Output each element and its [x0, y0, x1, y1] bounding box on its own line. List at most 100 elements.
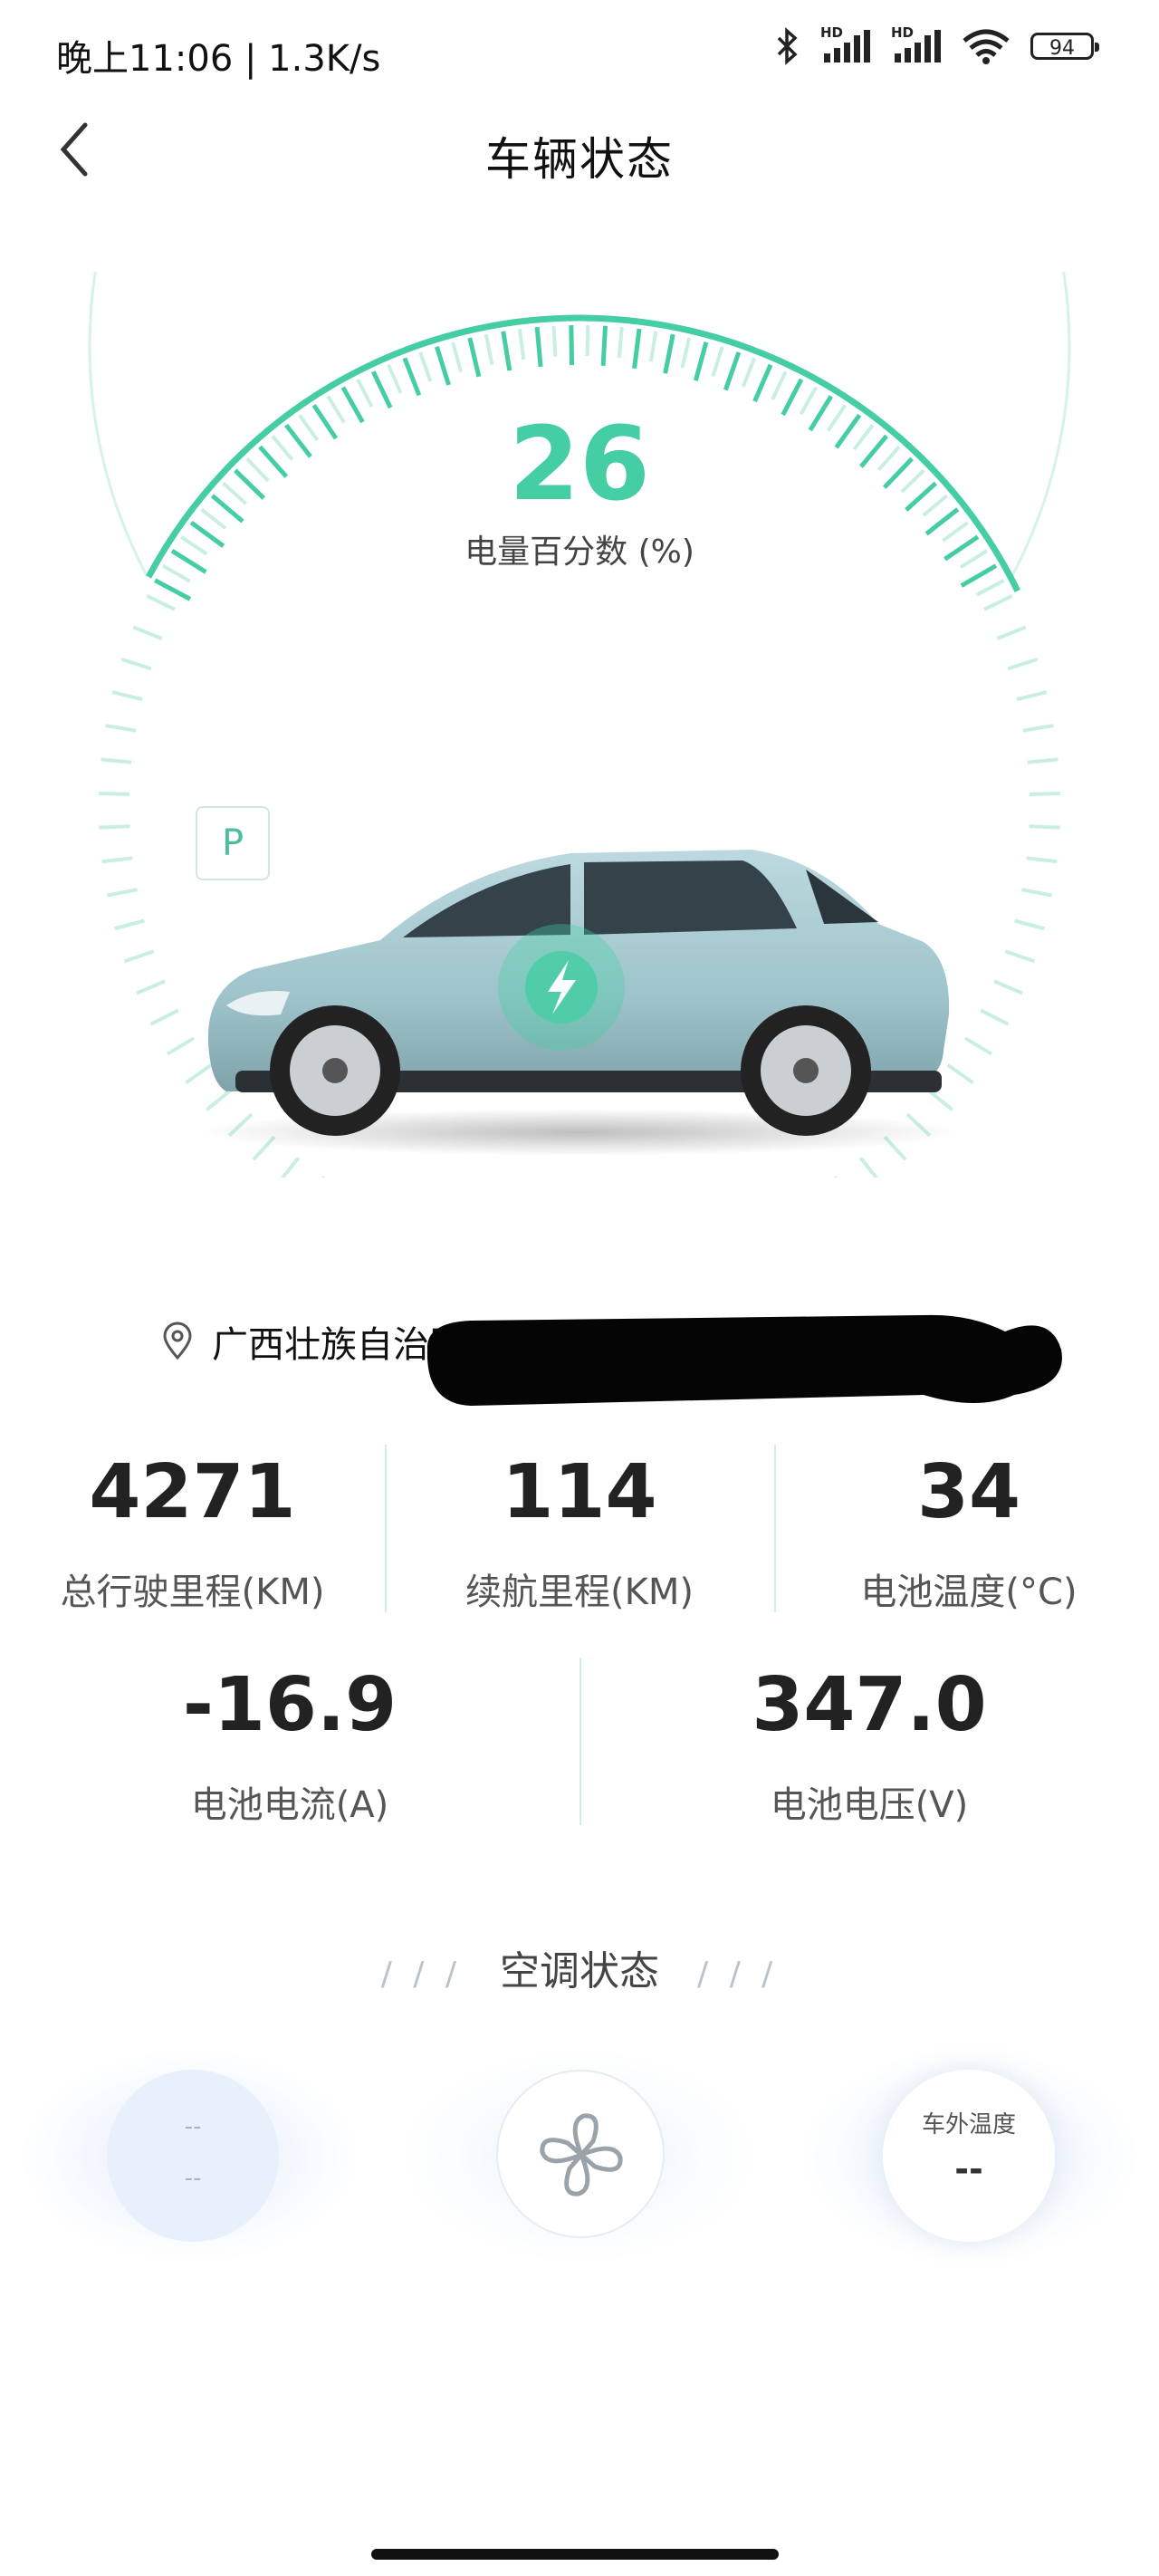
gauge-tick-active	[663, 333, 675, 374]
gauge-tick	[1021, 888, 1053, 898]
bluetooth-icon	[777, 27, 798, 65]
gauge-tick-active	[501, 331, 512, 371]
battery-icon: 94	[1030, 33, 1099, 60]
wifi-icon	[963, 29, 1010, 64]
gauge-tick	[484, 333, 494, 365]
gauge-tick	[517, 328, 526, 360]
stat-range-value: 114	[502, 1449, 657, 1535]
ac-left-bottom-value: --	[184, 2165, 202, 2192]
page-title: 车辆状态	[485, 133, 674, 186]
stat-battery-temp-label: 电池温度(°C)	[860, 1572, 1078, 1613]
gauge-tick	[123, 949, 155, 964]
gauge-tick	[741, 357, 756, 388]
gauge-tick	[1007, 657, 1039, 671]
gauge-tick	[996, 625, 1027, 640]
gauge-tick	[418, 351, 433, 382]
stat-divider	[385, 1445, 387, 1612]
stat-battery-voltage-value: 347.0	[752, 1662, 987, 1748]
gauge-tick-active	[600, 325, 608, 366]
gauge-tick	[387, 363, 403, 394]
gauge-tick	[975, 578, 1005, 597]
gauge-tick	[1022, 724, 1054, 733]
rear-wheel	[741, 1005, 871, 1136]
location-pin-icon	[163, 1322, 192, 1360]
gauge-tick	[101, 757, 132, 764]
gauge-tick	[980, 1008, 1010, 1026]
gauge-tick	[771, 370, 788, 400]
status-time: 晚上11:06 | 1.3K/s	[56, 38, 381, 80]
stat-total-mileage-label: 总行驶里程(KM)	[60, 1572, 325, 1613]
gauge-tick	[1029, 791, 1060, 796]
stat-divider	[774, 1445, 776, 1612]
status-icons: HD HD 94	[775, 24, 1099, 65]
ac-section-title: / / / 空调状态 / / /	[0, 1938, 1159, 1996]
gauge-tick-active	[402, 357, 422, 397]
stat-range-label: 续航里程(KM)	[465, 1572, 694, 1613]
gauge-tick-active	[693, 341, 709, 381]
gauge-tick	[146, 594, 176, 611]
gauge-tick	[858, 1156, 879, 1177]
ac-temperature-control[interactable]: -- --	[107, 2070, 279, 2242]
gauge-tick	[356, 378, 374, 408]
gauge-tick	[120, 657, 152, 671]
gauge-tick-active	[153, 578, 192, 601]
gauge-tick	[1029, 824, 1060, 830]
gauge-tick	[101, 856, 133, 864]
gauge-tick	[983, 594, 1013, 611]
battery-percent-label: 电量百分数 (%)	[465, 533, 694, 571]
gauge-tick-active	[632, 328, 642, 370]
stat-battery-temp-value: 34	[916, 1449, 1021, 1535]
gauge-tick-active	[723, 351, 742, 391]
ac-left-top-value: --	[184, 2113, 202, 2140]
stat-battery-voltage-label: 电池电压(V)	[770, 1784, 969, 1826]
gauge-tick-active	[371, 370, 393, 409]
stat-total-mileage-value: 4271	[89, 1449, 296, 1535]
gauge-tick	[1004, 949, 1036, 964]
gauge-tick-active	[569, 325, 575, 366]
outside-temp-label: 车外温度	[921, 2111, 1016, 2139]
outside-temp-value: --	[954, 2149, 983, 2189]
gauge-tick	[551, 325, 558, 357]
gauge-tick-active	[435, 346, 451, 386]
ac-title-text: 空调状态	[500, 1948, 659, 1994]
gauge-tick	[149, 1008, 179, 1026]
gauge-tick-active	[752, 363, 773, 403]
gauge-tick	[114, 918, 145, 931]
gauge-tick	[711, 346, 724, 377]
outside-temperature-panel: 车外温度 --	[883, 2070, 1055, 2242]
battery-percent: 26	[509, 406, 650, 524]
gauge-tick	[1027, 757, 1058, 764]
gauge-tick	[963, 1036, 993, 1056]
gauge-tick	[1026, 856, 1058, 864]
gauge-tick	[99, 824, 130, 830]
gauge-tick	[136, 979, 166, 995]
home-indicator[interactable]	[371, 2549, 779, 2560]
gauge-tick	[105, 724, 137, 733]
gauge-tick	[680, 337, 692, 369]
gauge-tick	[1014, 918, 1045, 931]
gauge-tick	[111, 690, 143, 702]
fan-icon	[540, 2113, 623, 2196]
gauge-tick-active	[467, 337, 482, 378]
redaction-mark	[426, 1314, 1062, 1406]
status-bar: 晚上11:06 | 1.3K/s HD HD 94	[0, 0, 1159, 100]
gauge-tick	[1016, 690, 1048, 702]
cellular-signal-icon: HD	[820, 24, 871, 64]
decor-slashes-left: / / /	[380, 1956, 462, 1993]
gauge-tick	[99, 791, 130, 796]
stat-battery-current-value: -16.9	[182, 1662, 398, 1748]
gauge-tick	[585, 325, 590, 357]
front-wheel	[270, 1005, 400, 1136]
fan-button[interactable]	[496, 2070, 665, 2238]
car-image	[199, 850, 960, 1156]
gauge-tick	[993, 979, 1023, 995]
gauge-tick	[617, 326, 624, 359]
decor-slashes-right: / / /	[697, 1956, 779, 1993]
gauge-tick	[451, 341, 463, 373]
stat-battery-current-label: 电池电流(A)	[190, 1784, 389, 1826]
gauge-tick	[132, 625, 163, 640]
gauge-tick	[648, 331, 658, 362]
cellular-signal-2-icon: HD	[891, 24, 942, 64]
gauge-tick	[106, 888, 138, 898]
gauge-tick-active	[534, 326, 543, 368]
